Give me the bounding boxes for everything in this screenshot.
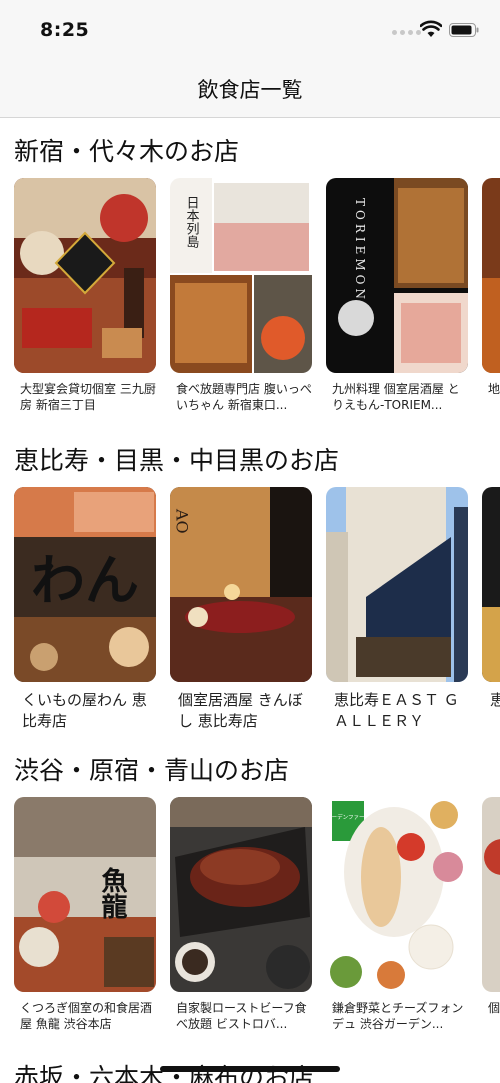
restaurant-photo: [326, 487, 468, 682]
restaurant-name: 個室居酒屋 きんぼし 恵比寿店: [178, 691, 303, 730]
restaurant-card[interactable]: 日本列島 食べ放題専門店 腹いっぺいちゃん 新宿東口...: [170, 178, 312, 415]
restaurant-photo: 日本列島: [170, 178, 312, 373]
photo-sign-text: TORIEMON: [353, 198, 367, 303]
restaurant-card[interactable]: TORIEMON 九州料理 個室居酒屋 とりえもん-TORIEM...: [326, 178, 468, 415]
restaurant-name: くつろぎ個室の和食居酒屋 魚龍 渋谷本店: [20, 1001, 153, 1031]
restaurant-card[interactable]: 大型宴会貸切個室 三九厨房 新宿三丁目: [14, 178, 156, 415]
restaurant-card[interactable]: AO 個室居酒屋 きんぼし 恵比寿店: [170, 487, 312, 734]
restaurant-card[interactable]: わん くいもの屋わん 恵比寿店: [14, 487, 156, 734]
restaurant-photo: [14, 178, 156, 373]
photo-sign-text: ガーデンファーム: [326, 813, 370, 821]
restaurant-card[interactable]: 恵比寿ＥＡＳＴ ＧＡＬＬＥＲＹ: [326, 487, 468, 734]
status-bar: 8:25: [0, 0, 500, 60]
photo-sign-text: 魚龍: [97, 866, 127, 919]
restaurant-name: 大型宴会貸切個室 三九厨房 新宿三丁目: [20, 382, 156, 412]
restaurant-name: 自家製ローストビーフ食べ放題 ビストロバ...: [176, 1001, 307, 1031]
restaurant-photo: [170, 797, 312, 992]
restaurant-photo: ガーデンファーム: [326, 797, 468, 992]
restaurant-name: くいもの屋わん 恵比寿店: [22, 691, 147, 730]
restaurant-list[interactable]: 新宿・代々木のお店 大型宴会貸切個室 三九厨房 新宿三丁目 日本列島 食べ放題専…: [0, 118, 500, 1083]
restaurant-card[interactable]: 個 和: [482, 797, 500, 1034]
status-time: 8:25: [40, 19, 90, 41]
photo-sign-text: AO: [173, 508, 192, 534]
home-indicator[interactable]: [160, 1066, 340, 1072]
section-title: 新宿・代々木のお店: [14, 137, 240, 166]
section-title: 渋谷・原宿・青山のお店: [14, 756, 290, 785]
restaurant-photo: 魚龍: [14, 797, 156, 992]
restaurant-name: 個 和: [488, 1001, 500, 1015]
navigation-bar: 飲食店一覧: [0, 60, 500, 118]
restaurant-photo: AO: [170, 487, 312, 682]
restaurant-name: 食べ放題専門店 腹いっぺいちゃん 新宿東口...: [176, 382, 312, 412]
restaurant-carousel[interactable]: わん くいもの屋わん 恵比寿店 AO 個室居酒屋 きんぼし 恵比寿店 恵比寿ＥＡ…: [14, 487, 500, 747]
photo-sign-text: 日本列島: [184, 196, 200, 248]
restaurant-photo: わん: [14, 487, 156, 682]
restaurant-photo: [482, 797, 500, 992]
signal-icon: [392, 30, 421, 35]
wifi-icon: [420, 20, 442, 37]
page-title: 飲食店一覧: [197, 78, 303, 102]
restaurant-card[interactable]: 恵 V: [482, 487, 500, 734]
restaurant-photo: TORIEMON: [326, 178, 468, 373]
battery-icon: [449, 23, 479, 37]
restaurant-card[interactable]: 地とり: [482, 178, 500, 415]
restaurant-name: 地とり: [488, 382, 500, 396]
restaurant-photo: [482, 487, 500, 682]
restaurant-name: 恵比寿ＥＡＳＴ ＧＡＬＬＥＲＹ: [334, 691, 459, 730]
restaurant-photo: [482, 178, 500, 373]
restaurant-carousel[interactable]: 魚龍 くつろぎ個室の和食居酒屋 魚龍 渋谷本店 自家製ローストビーフ食べ放題 ビ…: [14, 797, 500, 1057]
restaurant-name: 九州料理 個室居酒屋 とりえもん-TORIEM...: [332, 382, 460, 412]
restaurant-name: 鎌倉野菜とチーズフォンデュ 渋谷ガーデン...: [332, 1001, 464, 1031]
restaurant-name: 恵 V: [490, 691, 500, 709]
restaurant-card[interactable]: ガーデンファーム 鎌倉野菜とチーズフォンデュ 渋谷ガーデン...: [326, 797, 468, 1034]
restaurant-card[interactable]: 自家製ローストビーフ食べ放題 ビストロバ...: [170, 797, 312, 1034]
photo-sign-text: わん: [31, 548, 139, 612]
restaurant-card[interactable]: 魚龍 くつろぎ個室の和食居酒屋 魚龍 渋谷本店: [14, 797, 156, 1034]
section-title: 恵比寿・目黒・中目黒のお店: [14, 446, 340, 475]
restaurant-carousel[interactable]: 大型宴会貸切個室 三九厨房 新宿三丁目 日本列島 食べ放題専門店 腹いっぺいちゃ…: [14, 178, 500, 438]
